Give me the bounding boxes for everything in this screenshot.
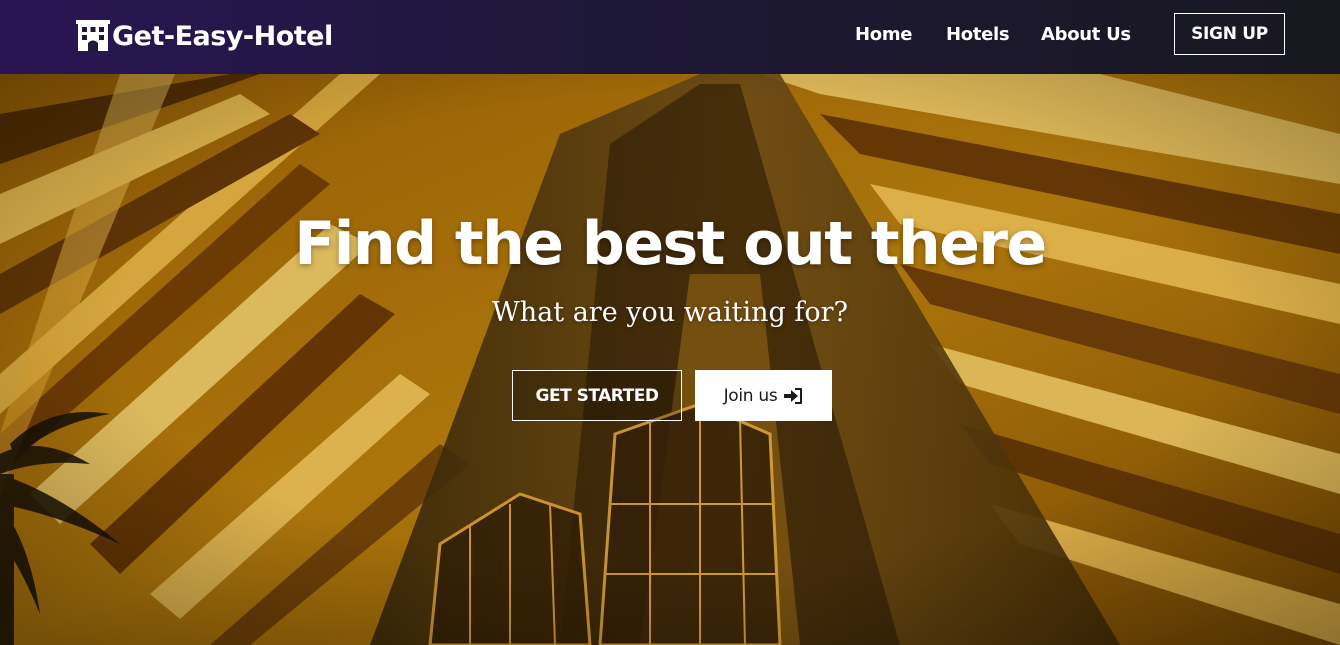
hero-subtitle: What are you waiting for? — [492, 297, 848, 328]
hero-section: Find the best out there What are you wai… — [0, 74, 1340, 645]
hotel-building-icon — [76, 20, 110, 51]
get-started-label: GET STARTED — [535, 385, 659, 406]
join-us-button[interactable]: Join us — [695, 370, 832, 421]
sign-up-button[interactable]: SIGN UP — [1174, 13, 1285, 55]
join-us-label: Join us — [723, 385, 778, 406]
top-navbar: Get-Easy-Hotel Home Hotels About Us SIGN… — [0, 0, 1340, 74]
nav-link-about-us[interactable]: About Us — [1041, 24, 1131, 45]
brand-name: Get-Easy-Hotel — [112, 20, 333, 52]
hotel-atrium-background-image — [0, 74, 1340, 645]
hero-title: Find the best out there — [294, 209, 1047, 279]
get-started-button[interactable]: GET STARTED — [512, 370, 682, 421]
sign-in-icon — [784, 387, 803, 404]
brand-logo-link[interactable]: Get-Easy-Hotel — [76, 18, 333, 54]
page: Get-Easy-Hotel Home Hotels About Us SIGN… — [0, 0, 1340, 645]
nav-link-home[interactable]: Home — [855, 24, 913, 45]
nav-link-hotels[interactable]: Hotels — [946, 24, 1010, 45]
